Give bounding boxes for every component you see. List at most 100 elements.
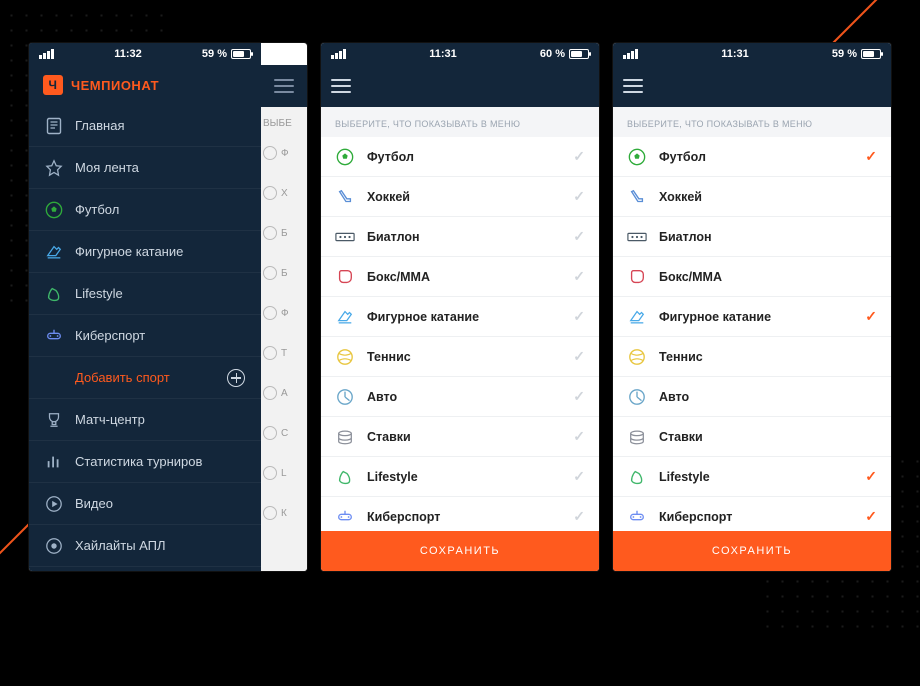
sidebar-item-label: Матч-центр bbox=[75, 412, 145, 427]
hamburger-icon[interactable] bbox=[623, 79, 643, 93]
trophy-icon bbox=[45, 411, 63, 429]
phone-1: ВЫБЕ ФХББФТАСLК 11:32 59 % Ч ЧЕМПИОНАТ Г… bbox=[29, 43, 307, 571]
boxing-icon bbox=[627, 267, 647, 287]
brand-text: ЧЕМПИОНАТ bbox=[71, 78, 159, 93]
status-bar: 11:31 60 % bbox=[321, 43, 599, 65]
save-button[interactable]: СОХРАНИТЬ bbox=[321, 531, 599, 571]
sport-label: Ставки bbox=[659, 430, 703, 444]
sport-label: Теннис bbox=[659, 350, 703, 364]
check-icon: ✓ bbox=[573, 348, 585, 365]
sport-label: Фигурное катание bbox=[367, 310, 479, 324]
news-icon bbox=[45, 117, 63, 135]
phone1-bg-row: К bbox=[259, 493, 307, 533]
sidebar-item-5[interactable]: Киберспорт bbox=[29, 315, 261, 357]
sport-label: Киберспорт bbox=[367, 510, 440, 524]
check-icon: ✓ bbox=[573, 388, 585, 405]
sport-label: Футбол bbox=[367, 150, 414, 164]
check-icon: ✓ bbox=[573, 228, 585, 245]
betting-icon bbox=[335, 427, 355, 447]
sport-label: Киберспорт bbox=[659, 510, 732, 524]
phone1-appbar-peek bbox=[261, 65, 307, 107]
status-bar: 11:31 59 % bbox=[613, 43, 891, 65]
sport-row-2[interactable]: Биатлон bbox=[613, 217, 891, 257]
sport-row-1[interactable]: Хоккей bbox=[613, 177, 891, 217]
phone-2: 11:31 60 % ВЫБЕРИТЕ, ЧТО ПОКАЗЫВАТЬ В МЕ… bbox=[321, 43, 599, 571]
sport-label: Биатлон bbox=[659, 230, 712, 244]
signal-icon bbox=[331, 49, 346, 59]
hockey-icon bbox=[627, 187, 647, 207]
sport-row-2[interactable]: Биатлон ✓ bbox=[321, 217, 599, 257]
sport-row-0[interactable]: Футбол ✓ bbox=[321, 137, 599, 177]
save-button[interactable]: СОХРАНИТЬ bbox=[613, 531, 891, 571]
sport-label: Футбол bbox=[659, 150, 706, 164]
esports-icon bbox=[45, 327, 63, 345]
sport-row-1[interactable]: Хоккей✓ bbox=[321, 177, 599, 217]
phone1-bg-row: Х bbox=[259, 173, 307, 213]
sidebar-item-label: Статистика турниров bbox=[75, 454, 202, 469]
sport-row-6[interactable]: Авто✓ bbox=[321, 377, 599, 417]
betting-icon bbox=[627, 427, 647, 447]
sport-label: Фигурное катание bbox=[659, 310, 771, 324]
sidebar-item-label: Добавить спорт bbox=[75, 370, 170, 385]
check-icon: ✓ bbox=[573, 508, 585, 525]
sport-row-6[interactable]: Авто bbox=[613, 377, 891, 417]
sport-label: Lifestyle bbox=[367, 470, 418, 484]
sidebar-item-3[interactable]: Фигурное катание bbox=[29, 231, 261, 273]
football-icon bbox=[335, 147, 355, 167]
brand-logo[interactable]: Ч ЧЕМПИОНАТ bbox=[29, 65, 261, 105]
sidebar-item-4[interactable]: Lifestyle bbox=[29, 273, 261, 315]
star-icon bbox=[45, 159, 63, 177]
sidebar-item-10[interactable]: Хайлайты АПЛ bbox=[29, 525, 261, 567]
check-icon: ✓ bbox=[573, 428, 585, 445]
hamburger-icon[interactable] bbox=[274, 79, 294, 93]
sidebar-item-8[interactable]: Статистика турниров bbox=[29, 441, 261, 483]
check-icon: ✓ bbox=[573, 148, 585, 165]
battery-icon bbox=[231, 49, 251, 59]
battery-label: 60 % bbox=[540, 48, 565, 60]
stats-icon bbox=[45, 453, 63, 471]
sport-row-0[interactable]: Футбол✓ bbox=[613, 137, 891, 177]
sidebar-item-1[interactable]: Моя лента bbox=[29, 147, 261, 189]
brand-badge-icon: Ч bbox=[43, 75, 63, 95]
app-bar bbox=[321, 65, 599, 107]
sport-row-8[interactable]: Lifestyle✓ bbox=[321, 457, 599, 497]
sport-row-8[interactable]: Lifestyle✓ bbox=[613, 457, 891, 497]
sport-row-5[interactable]: Теннис bbox=[613, 337, 891, 377]
phone1-bg-row: L bbox=[259, 453, 307, 493]
esports-icon bbox=[627, 507, 647, 527]
section-title: ВЫБЕРИТЕ, ЧТО ПОКАЗЫВАТЬ В МЕНЮ bbox=[613, 107, 891, 137]
hamburger-icon[interactable] bbox=[331, 79, 351, 93]
sport-row-3[interactable]: Бокс/ММА✓ bbox=[321, 257, 599, 297]
sidebar-item-9[interactable]: Видео bbox=[29, 483, 261, 525]
status-time: 11:31 bbox=[721, 48, 749, 60]
sidebar-item-label: Lifestyle bbox=[75, 286, 123, 301]
biathlon-icon bbox=[627, 227, 647, 247]
sport-row-4[interactable]: Фигурное катание ✓ bbox=[321, 297, 599, 337]
skating-icon bbox=[45, 243, 63, 261]
boxing-icon bbox=[335, 267, 355, 287]
section-title: ВЫБЕРИТЕ, ЧТО ПОКАЗЫВАТЬ В МЕНЮ bbox=[321, 107, 599, 137]
sport-row-4[interactable]: Фигурное катание✓ bbox=[613, 297, 891, 337]
sport-label: Бокс/ММА bbox=[659, 270, 722, 284]
check-icon: ✓ bbox=[573, 268, 585, 285]
sport-row-5[interactable]: Теннис✓ bbox=[321, 337, 599, 377]
phone-row: ВЫБЕ ФХББФТАСLК 11:32 59 % Ч ЧЕМПИОНАТ Г… bbox=[29, 43, 891, 571]
sidebar-item-7[interactable]: Матч-центр bbox=[29, 399, 261, 441]
phone1-bg-row: Ф bbox=[259, 293, 307, 333]
sport-row-9[interactable]: Киберспорт✓ bbox=[613, 497, 891, 531]
sidebar-item-0[interactable]: Главная bbox=[29, 105, 261, 147]
check-icon: ✓ bbox=[573, 308, 585, 325]
sport-row-7[interactable]: Ставки✓ bbox=[321, 417, 599, 457]
hockey-icon bbox=[335, 187, 355, 207]
sidebar-item-2[interactable]: Футбол bbox=[29, 189, 261, 231]
sport-row-3[interactable]: Бокс/ММА bbox=[613, 257, 891, 297]
sport-row-7[interactable]: Ставки bbox=[613, 417, 891, 457]
sidebar-item-label: Фигурное катание bbox=[75, 244, 183, 259]
sidebar-item-6[interactable]: Добавить спорт bbox=[29, 357, 261, 399]
app-bar bbox=[613, 65, 891, 107]
sidebar-item-label: Главная bbox=[75, 118, 124, 133]
side-menu-list: Главная Моя лентаФутбол Фигурное катание Li… bbox=[29, 105, 261, 571]
sport-row-9[interactable]: Киберспорт ✓ bbox=[321, 497, 599, 531]
sport-label: Биатлон bbox=[367, 230, 420, 244]
auto-icon bbox=[335, 387, 355, 407]
